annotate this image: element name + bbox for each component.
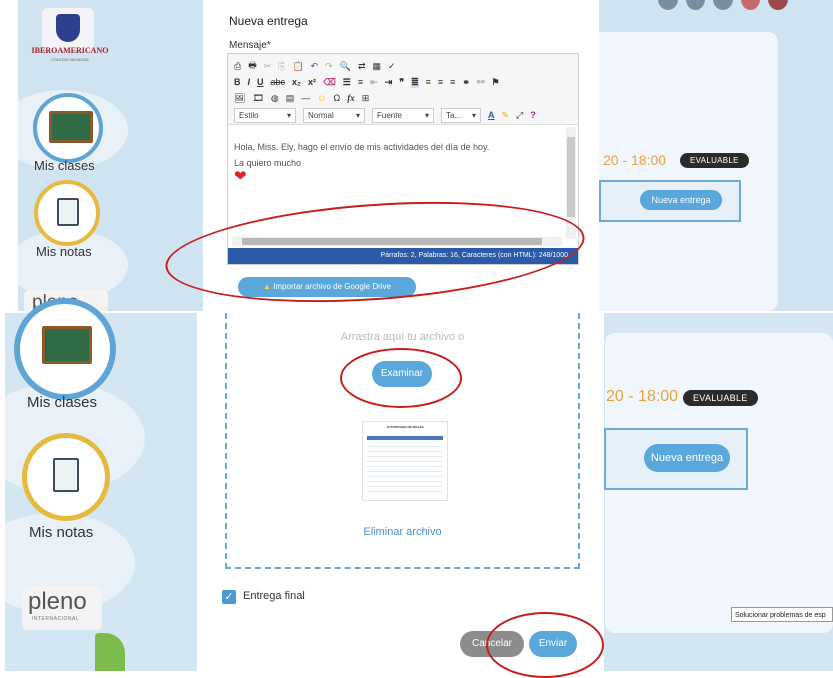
new-delivery-button[interactable]: Nueva entrega (640, 190, 722, 210)
font-select[interactable]: Fuente ▾ (372, 107, 434, 123)
align-center-icon[interactable]: ≡ (426, 77, 431, 87)
paste-icon[interactable]: 📋 (292, 61, 303, 72)
evaluable-badge: EVALUABLE (683, 390, 758, 406)
maximize-icon[interactable]: ⤢ (516, 110, 523, 121)
new-delivery-button[interactable]: Nueva entrega (644, 444, 730, 472)
special-char-icon[interactable]: Ω (333, 93, 340, 103)
sidebar-item-grades[interactable] (22, 433, 110, 521)
heart-icon: ❤ (234, 168, 247, 185)
annotation-ellipse (486, 612, 604, 678)
course-card (588, 32, 778, 311)
class-time: 20 - 18:00 (606, 388, 679, 405)
clear-format-icon[interactable]: ⌫ (323, 77, 336, 88)
copy-icon[interactable]: ⎘ (278, 61, 285, 72)
sidebar-item-classes-label: Mis clases (34, 158, 95, 173)
final-delivery-label: Entrega final (243, 590, 305, 602)
attachment-thumbnail: ACTIVIDADES DE INGLÉS (362, 421, 448, 501)
sidebar-item-grades[interactable] (34, 180, 100, 246)
redo-icon[interactable]: ↷ (325, 61, 333, 72)
preview-icon[interactable]: ⎙ (234, 61, 241, 72)
outdent-icon[interactable]: ⇤ (370, 77, 378, 88)
sidebar-item-classes[interactable] (33, 93, 103, 163)
cut-icon[interactable]: ✂ (264, 61, 272, 72)
size-select[interactable]: Ta... ▾ (441, 107, 481, 123)
sidebar-item-classes-label: Mis clases (27, 394, 98, 411)
sidebar-item-classes[interactable] (14, 298, 116, 400)
sidebar-item-grades-label: Mis notas (36, 244, 92, 259)
align-right-icon[interactable]: ≡ (438, 77, 443, 87)
school-crest-icon (42, 8, 94, 50)
select-all-icon[interactable]: ▦ (373, 61, 382, 72)
find-icon[interactable]: 🔍 (340, 61, 351, 72)
clipboard-icon (57, 198, 79, 226)
final-delivery-checkbox[interactable]: ✓ (222, 590, 236, 604)
class-time: 20 - 18:00 (603, 152, 667, 168)
grid-icon[interactable]: ⊞ (362, 93, 370, 104)
table-icon[interactable]: ▤ (286, 93, 295, 104)
image-icon[interactable]: 🖼 (234, 93, 245, 104)
underline-icon[interactable]: U (257, 77, 264, 87)
subscript-icon[interactable]: x₂ (292, 77, 301, 87)
toolbar-row-1: ⎙ 🖶 ✂ ⎘ 📋 ↶ ↷ 🔍 ⇄ ▦ ✓ (234, 58, 396, 74)
italic-icon[interactable]: I (248, 77, 251, 87)
pleno-logo: pleno INTERNACIONAL (22, 586, 102, 630)
video-icon[interactable]: 🎞 (252, 93, 263, 104)
clipboard-icon (53, 458, 79, 492)
superscript-icon[interactable]: x² (308, 77, 316, 87)
formula-icon[interactable]: fx (347, 93, 355, 103)
replace-icon[interactable]: ⇄ (358, 61, 366, 72)
spellcheck-icon[interactable]: ✓ (388, 61, 396, 72)
message-label: Mensaje* (229, 40, 271, 51)
emoji-icon[interactable]: ☺ (317, 93, 326, 103)
format-select[interactable]: Normal ▾ (303, 107, 365, 123)
unlink-icon[interactable]: ⚯ (477, 77, 485, 88)
undo-icon[interactable]: ↶ (311, 61, 319, 72)
dropzone-text: Arrastra aquí tu archivo o (340, 331, 465, 343)
editor-line-1: Hola, Miss. Ely, hago el envío de mis ac… (234, 142, 490, 152)
chalkboard-icon (42, 326, 92, 364)
toolbar-row-4: Estilo ▾ Normal ▾ Fuente ▾ Ta... ▾ A ✎ ⤢… (234, 107, 536, 123)
bold-icon[interactable]: B (234, 77, 241, 87)
horizontal-line-icon[interactable]: ― (301, 93, 310, 103)
blockquote-icon[interactable]: ❞ (399, 77, 404, 88)
annotation-ellipse (340, 348, 462, 408)
modal-title: Nueva entrega (229, 14, 308, 28)
indent-icon[interactable]: ⇥ (385, 77, 393, 88)
tooltip: Solucionar problemas de esp (731, 607, 833, 622)
numbered-list-icon[interactable]: ☰ (343, 77, 351, 88)
link-icon[interactable]: ⚭ (462, 77, 470, 88)
toolbar-row-2: B I U abc x₂ x² ⌫ ☰ ≡ ⇤ ⇥ ❞ ≣ ≡ ≡ ≡ ⚭ ⚯ … (234, 74, 500, 90)
header-icons (658, 0, 788, 10)
style-select[interactable]: Estilo ▾ (234, 107, 296, 123)
justify-icon[interactable]: ≡ (450, 77, 455, 87)
help-icon[interactable]: ? (530, 110, 536, 120)
evaluable-badge: EVALUABLE (680, 153, 749, 168)
align-left-icon[interactable]: ≣ (411, 76, 419, 88)
grass-decoration (95, 633, 125, 671)
strikethrough-icon[interactable]: abc (271, 77, 286, 87)
sidebar-item-grades-label: Mis notas (29, 524, 94, 541)
text-color-icon[interactable]: A (488, 110, 495, 120)
flash-icon[interactable]: ◍ (271, 93, 279, 104)
school-logo-sub: COLEGIO BILINGÜE (50, 57, 89, 62)
toolbar-row-3: 🖼 🎞 ◍ ▤ ― ☺ Ω fx ⊞ (234, 90, 369, 106)
school-logo-text: IBEROAMERICANO (31, 46, 109, 55)
print-icon[interactable]: 🖶 (248, 58, 257, 74)
bullet-list-icon[interactable]: ≡ (358, 77, 363, 87)
chalkboard-icon (49, 111, 93, 143)
anchor-icon[interactable]: ⚑ (492, 77, 500, 88)
editor-toolbar: ⎙ 🖶 ✂ ⎘ 📋 ↶ ↷ 🔍 ⇄ ▦ ✓ B I U abc x₂ x² ⌫ (228, 54, 578, 125)
bg-color-icon[interactable]: ✎ (502, 110, 510, 121)
remove-file-link[interactable]: Eliminar archivo (227, 526, 578, 538)
